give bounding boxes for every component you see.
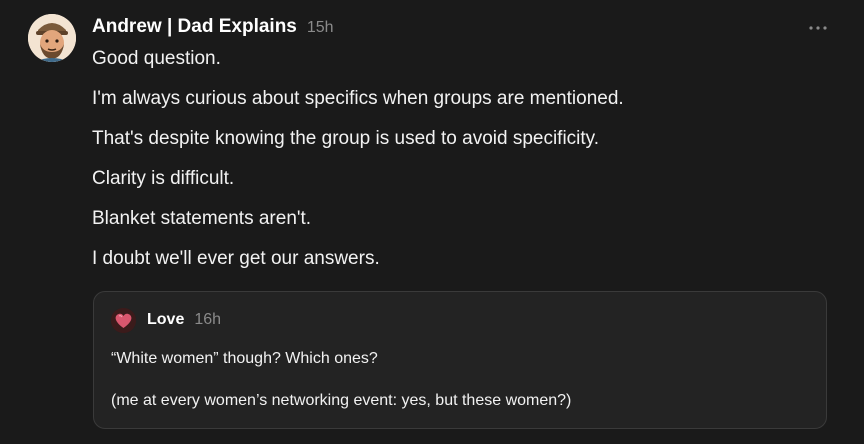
author-avatar[interactable] <box>28 14 76 62</box>
quoted-note-card[interactable]: Love 16h “White women” though? Which one… <box>93 291 827 429</box>
quoted-note-line: “White women” though? Which ones? <box>111 350 378 367</box>
quoted-note-header: Love 16h <box>147 311 221 329</box>
quoted-note-timestamp: 16h <box>194 311 222 328</box>
quoted-note-line: (me at every women’s networking event: y… <box>111 392 572 409</box>
note-body-line: Clarity is difficult. <box>92 168 235 189</box>
note-body-line: I'm always curious about specifics when … <box>92 88 624 109</box>
quoted-author-avatar[interactable] <box>111 308 136 333</box>
quoted-author-name[interactable]: Love <box>147 311 184 329</box>
note-body-line: That's despite knowing the group is used… <box>92 128 600 149</box>
note-body: Good question. I'm always curious about … <box>92 46 832 286</box>
note-body-line: Good question. <box>92 48 221 69</box>
note-timestamp[interactable]: 15h <box>307 19 334 37</box>
more-options-button[interactable] <box>806 18 830 38</box>
heart-avatar-icon <box>111 308 136 333</box>
cartoon-man-avatar-icon <box>28 14 76 62</box>
ellipsis-icon <box>809 26 827 30</box>
author-name[interactable]: Andrew | Dad Explains <box>92 16 297 38</box>
note-body-line: Blanket statements aren't. <box>92 208 312 229</box>
note-header: Andrew | Dad Explains 15h <box>92 16 334 42</box>
note-item: Andrew | Dad Explains 15h Good question.… <box>0 0 864 444</box>
note-body-line: I doubt we'll ever get our answers. <box>92 248 380 269</box>
